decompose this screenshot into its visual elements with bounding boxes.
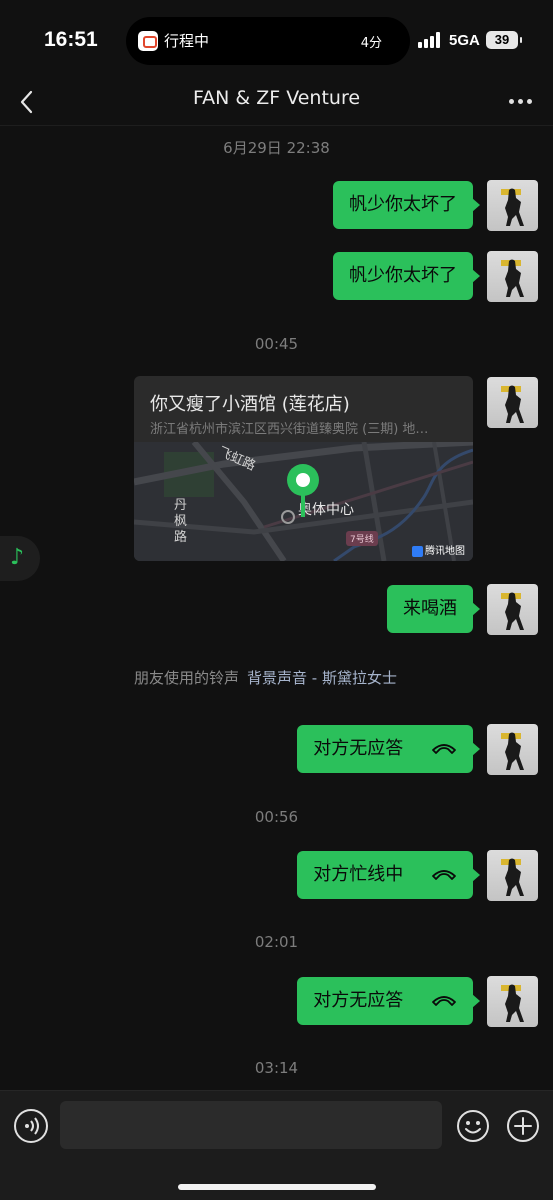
voice-icon <box>25 1117 39 1135</box>
plus-icon <box>507 1110 539 1142</box>
timestamp: 00:56 <box>254 808 299 826</box>
tencent-map-icon <box>412 545 423 557</box>
home-indicator[interactable] <box>178 1184 376 1190</box>
floating-music-player[interactable]: ♪ <box>0 536 40 581</box>
ringtone-prefix: 朋友使用的铃声 <box>134 669 240 687</box>
network-type: 5GA <box>449 32 480 49</box>
hangup-phone-icon <box>432 996 456 1006</box>
location-address: 浙江省杭州市滨江区西兴街道臻奥院 (三期) 地… <box>150 422 429 437</box>
avatar[interactable] <box>487 850 538 901</box>
message-input[interactable] <box>60 1101 442 1149</box>
call-status: 对方忙线中 <box>313 864 404 885</box>
signal-icon <box>418 32 444 48</box>
avatar-image <box>501 385 524 423</box>
timestamp: 03:14 <box>254 1059 299 1077</box>
map-road-label: 丹枫路 <box>174 498 188 545</box>
ringtone-link[interactable]: 背景声音 - 斯黛拉女士 <box>247 669 397 687</box>
hangup-phone-icon <box>432 870 456 880</box>
avatar-image <box>501 188 524 226</box>
map-brand: 腾讯地图 <box>412 542 465 557</box>
avatar[interactable] <box>487 584 538 635</box>
avatar[interactable] <box>487 180 538 231</box>
music-note-icon: ♪ <box>10 545 25 570</box>
more-button[interactable] <box>507 88 535 116</box>
avatar-image <box>501 592 524 630</box>
activity-time: 4分 <box>360 36 382 51</box>
battery-icon: 39 <box>486 31 522 49</box>
ringtone-notice: 朋友使用的铃声 背景声音 - 斯黛拉女士 <box>134 667 397 688</box>
avatar-image <box>501 858 524 896</box>
location-card[interactable]: 你又瘦了小酒馆 (莲花店) 浙江省杭州市滨江区西兴街道臻奥院 (三期) 地… 飞… <box>134 376 473 561</box>
status-time: 16:51 <box>44 28 98 51</box>
avatar[interactable] <box>487 251 538 302</box>
avatar[interactable] <box>487 724 538 775</box>
hangup-phone-icon <box>432 744 456 754</box>
call-record-bubble[interactable]: 对方忙线中 <box>297 851 480 899</box>
timestamp: 00:45 <box>254 335 299 353</box>
call-record-bubble[interactable]: 对方无应答 <box>297 725 480 773</box>
message-bubble[interactable]: 来喝酒 <box>387 585 480 633</box>
message-bubble[interactable]: 帆少你太坏了 <box>333 252 480 300</box>
battery-level: 39 <box>494 32 510 47</box>
activity-label: 行程中 <box>164 32 210 50</box>
emoji-icon <box>457 1110 489 1142</box>
avatar-image <box>501 732 524 770</box>
timestamp: 02:01 <box>254 933 299 951</box>
call-status: 对方无应答 <box>313 738 404 759</box>
status-bar: 16:51 行程中 4分 5GA 39 <box>0 0 553 80</box>
avatar-image <box>501 259 524 297</box>
trip-app-icon <box>138 31 158 51</box>
more-actions-button[interactable] <box>506 1109 540 1143</box>
map-preview: 飞虹路 丹枫路 奥体中心 7号线 腾讯地图 <box>134 442 473 561</box>
timestamp: 6月29日 22:38 <box>223 139 330 157</box>
location-title: 你又瘦了小酒馆 (莲花店) <box>150 394 350 415</box>
more-dots-icon <box>509 99 514 104</box>
chat-header: FAN & ZF Venture <box>0 78 553 126</box>
metro-line-badge: 7号线 <box>346 531 378 546</box>
emoji-button[interactable] <box>456 1109 490 1143</box>
avatar[interactable] <box>487 377 538 428</box>
call-status: 对方无应答 <box>313 990 404 1011</box>
call-record-bubble[interactable]: 对方无应答 <box>297 977 480 1025</box>
voice-button[interactable] <box>14 1109 48 1143</box>
avatar-image <box>501 984 524 1022</box>
message-bubble[interactable]: 帆少你太坏了 <box>333 181 480 229</box>
chat-title: FAN & ZF Venture <box>192 87 361 109</box>
dynamic-island[interactable]: 行程中 4分 <box>126 17 410 65</box>
avatar[interactable] <box>487 976 538 1027</box>
map-pin-icon <box>287 464 319 517</box>
